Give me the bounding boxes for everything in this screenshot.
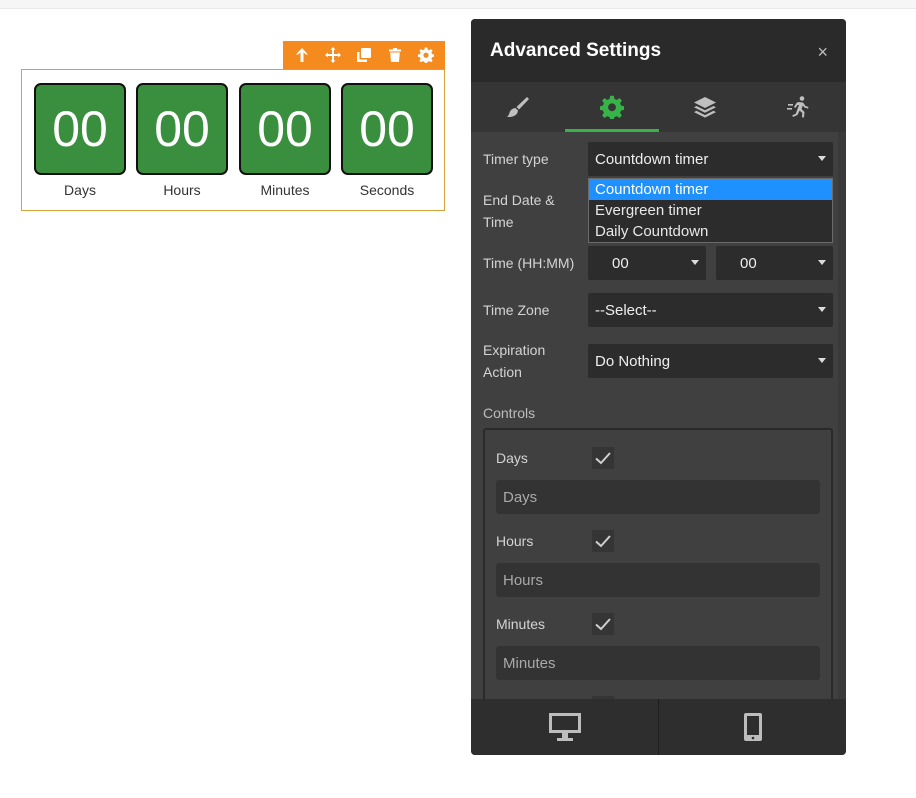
tab-layers[interactable] <box>659 82 753 132</box>
hours-value: 00 <box>612 254 629 272</box>
timer-type-label: Timer type <box>483 151 549 167</box>
checkmark-icon <box>595 535 611 548</box>
minutes-label-input[interactable]: Minutes <box>496 646 820 680</box>
scrollbar[interactable] <box>838 132 846 699</box>
panel-title: Advanced Settings <box>490 40 662 61</box>
move-icon[interactable] <box>320 42 346 68</box>
controls-group: Days Days Hours Hours Minutes Minutes <box>483 428 833 718</box>
countdown-days: 00 Days <box>34 83 126 198</box>
panel-tabs <box>471 82 846 132</box>
chevron-down-icon <box>818 307 826 312</box>
mobile-icon <box>743 713 762 741</box>
dropdown-option[interactable]: Evergreen timer <box>589 200 832 221</box>
expiration-label-line1: Expiration <box>483 342 546 358</box>
arrow-up-icon[interactable] <box>289 42 315 68</box>
time-zone-label: Time Zone <box>483 302 550 318</box>
brush-icon <box>506 97 529 117</box>
hours-select[interactable]: 00 <box>588 246 706 280</box>
checkmark-icon <box>595 618 611 631</box>
minutes-select[interactable]: 00 <box>716 246 833 280</box>
duplicate-icon[interactable] <box>351 42 377 68</box>
device-toggle-bar <box>471 699 846 755</box>
layers-icon <box>694 97 717 118</box>
trash-icon[interactable] <box>382 42 408 68</box>
widget-toolbar <box>283 41 445 69</box>
countdown-label: Days <box>64 182 96 198</box>
chevron-down-icon <box>818 156 826 161</box>
countdown-seconds: 00 Seconds <box>341 83 433 198</box>
hours-label-input[interactable]: Hours <box>496 563 820 597</box>
control-label-days: Days <box>496 450 528 466</box>
end-date-label: End Date & Time <box>483 189 555 233</box>
end-date-label-line1: End Date & <box>483 192 555 208</box>
desktop-view-button[interactable] <box>471 699 658 755</box>
minutes-value: 00 <box>740 254 757 272</box>
control-label-minutes: Minutes <box>496 616 546 632</box>
hours-checkbox[interactable] <box>592 530 614 552</box>
countdown-label: Hours <box>163 182 201 198</box>
chevron-down-icon <box>691 260 699 265</box>
time-label: Time (HH:MM) <box>483 255 575 271</box>
end-date-label-line2: Time <box>483 214 514 230</box>
days-checkbox[interactable] <box>592 447 614 469</box>
dropdown-option[interactable]: Countdown timer <box>589 179 832 200</box>
countdown-label: Minutes <box>260 182 310 198</box>
countdown-value: 00 <box>34 83 126 175</box>
chevron-down-icon <box>818 260 826 265</box>
countdown-hours: 00 Hours <box>136 83 228 198</box>
countdown-label: Seconds <box>359 182 415 198</box>
expiration-action-select[interactable]: Do Nothing <box>588 344 833 378</box>
panel-header: Advanced Settings × <box>471 19 846 82</box>
expiration-action-value: Do Nothing <box>595 352 671 370</box>
minutes-checkbox[interactable] <box>592 613 614 635</box>
advanced-settings-panel: Advanced Settings × Timer type Countdown… <box>471 19 846 755</box>
dropdown-option[interactable]: Daily Countdown <box>589 221 832 242</box>
timer-type-dropdown: Countdown timer Evergreen timer Daily Co… <box>588 178 833 243</box>
time-zone-value: --Select-- <box>595 301 657 319</box>
countdown-value: 00 <box>239 83 331 175</box>
chevron-down-icon <box>818 358 826 363</box>
timer-type-select[interactable]: Countdown timer <box>588 142 833 176</box>
tab-style[interactable] <box>471 82 565 132</box>
top-bar <box>0 0 916 9</box>
expiration-label: Expiration Action <box>483 339 545 383</box>
expiration-label-line2: Action <box>483 364 522 380</box>
gear-icon <box>599 95 624 119</box>
timer-type-value: Countdown timer <box>595 150 709 168</box>
days-label-input[interactable]: Days <box>496 480 820 514</box>
countdown-widget[interactable]: 00 Days 00 Hours 00 Minutes 00 Seconds <box>21 69 445 211</box>
countdown-value: 00 <box>341 83 433 175</box>
tab-settings[interactable] <box>564 82 659 132</box>
mobile-view-button[interactable] <box>658 699 846 755</box>
gear-icon[interactable] <box>413 42 439 68</box>
checkmark-icon <box>595 452 611 465</box>
close-button[interactable]: × <box>817 43 828 61</box>
time-zone-select[interactable]: --Select-- <box>588 293 833 327</box>
tab-motion[interactable] <box>752 82 846 132</box>
controls-heading: Controls <box>483 405 536 421</box>
motion-icon <box>787 96 809 118</box>
control-label-hours: Hours <box>496 533 534 549</box>
desktop-icon <box>548 713 581 741</box>
countdown-minutes: 00 Minutes <box>239 83 331 198</box>
countdown-value: 00 <box>136 83 228 175</box>
settings-body: Timer type Countdown timer End Date & Ti… <box>471 132 846 718</box>
